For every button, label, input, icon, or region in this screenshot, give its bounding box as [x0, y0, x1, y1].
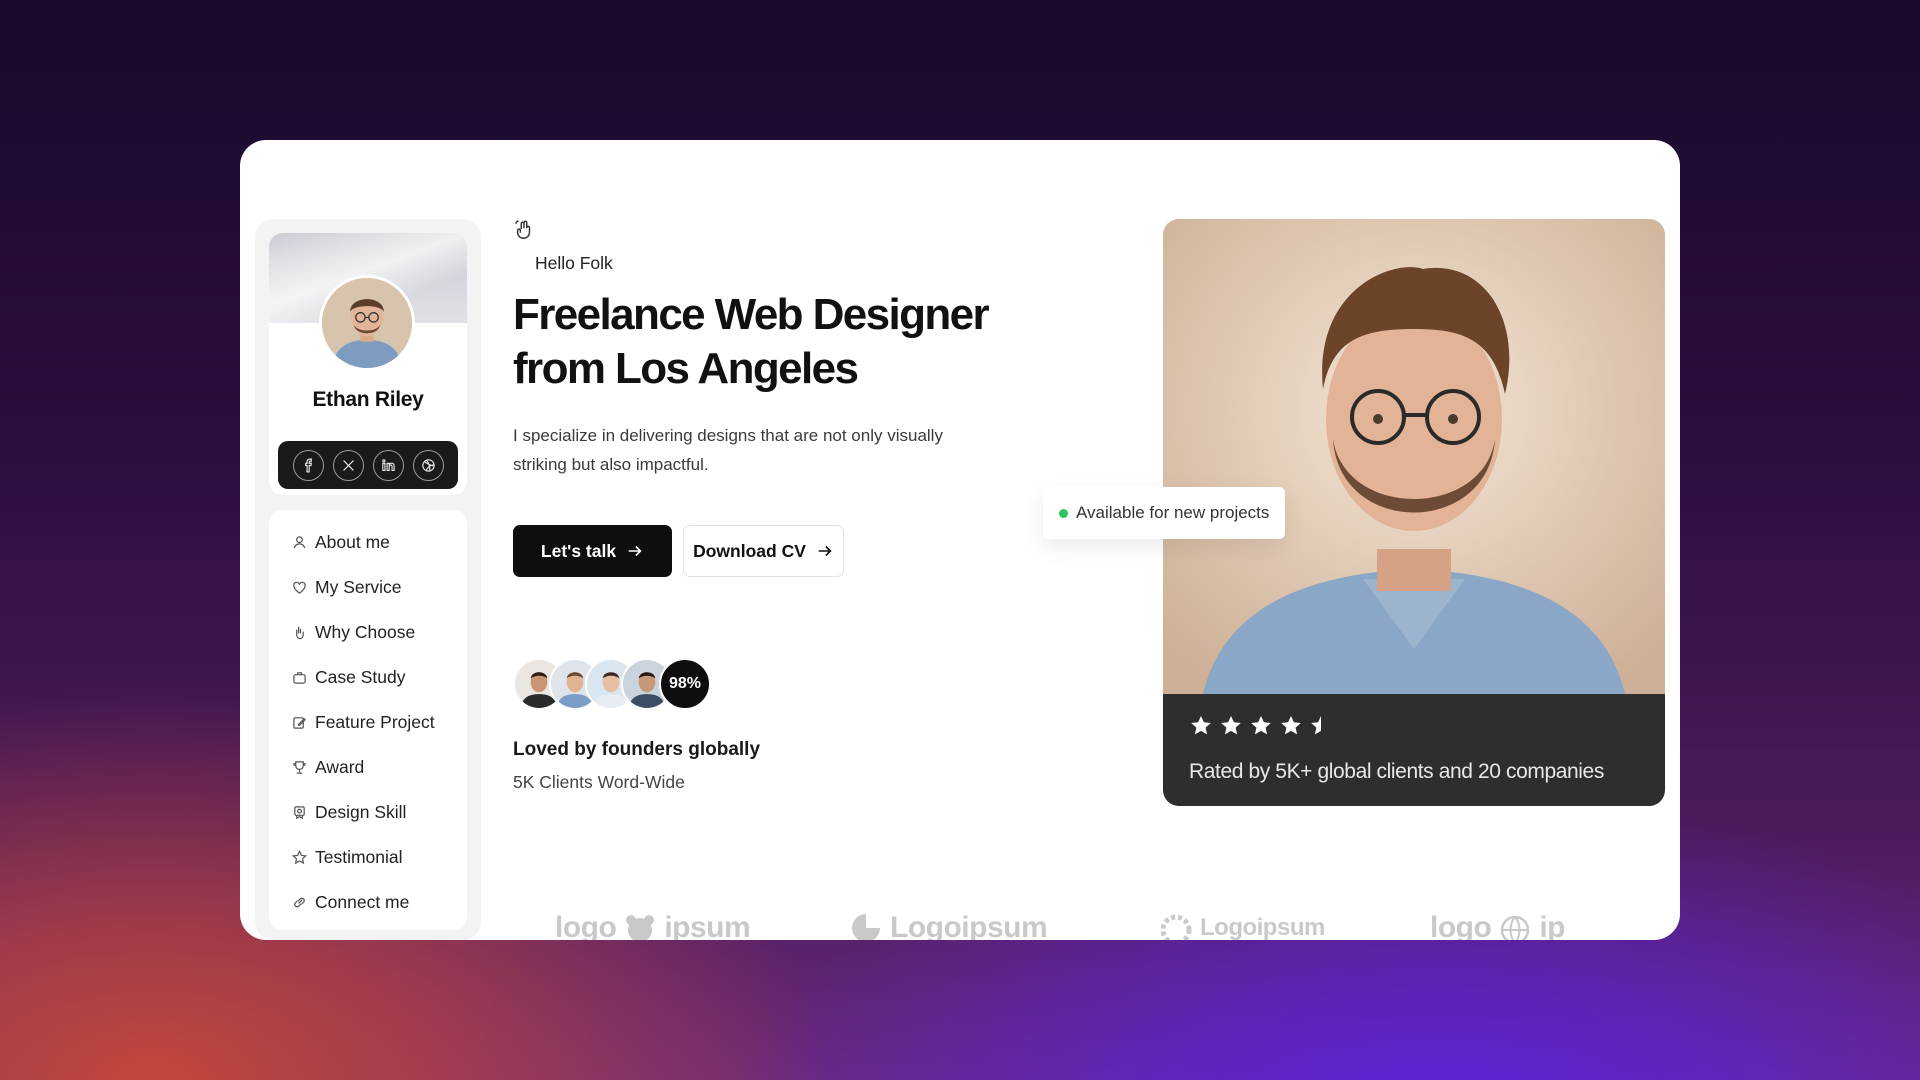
user-icon — [291, 534, 307, 550]
sidebar-item-why-choose[interactable]: Why Choose — [291, 617, 415, 647]
sidebar-item-label: Design Skill — [315, 801, 407, 822]
profile-card: Ethan Riley — [269, 233, 467, 495]
sidebar-item-label: About me — [315, 531, 390, 552]
client-logo: logo ipsum — [555, 910, 751, 940]
logo-text: ipsum — [664, 911, 751, 940]
bear-icon — [626, 915, 655, 940]
sidebar: Ethan Riley About me My Service Why Choo… — [255, 219, 481, 940]
briefcase-icon — [291, 669, 307, 685]
logo-text: Logoipsum — [890, 911, 1048, 940]
hero-description: I specialize in delivering designs that … — [513, 421, 993, 479]
client-logo: logo ip — [1430, 910, 1565, 940]
sidebar-nav: About me My Service Why Choose Case Stud… — [269, 510, 467, 930]
client-avatars: 98% — [513, 658, 713, 712]
trophy-icon — [291, 759, 307, 775]
description-line-2: striking but also impactful. — [513, 455, 709, 474]
sidebar-item-case-study[interactable]: Case Study — [291, 662, 405, 692]
portrait-image — [1163, 219, 1665, 694]
sidebar-item-award[interactable]: Award — [291, 752, 364, 782]
download-cv-button[interactable]: Download CV — [683, 525, 844, 577]
link-icon — [291, 894, 307, 910]
status-dot — [1059, 508, 1068, 518]
sidebar-item-label: Testimonial — [315, 846, 403, 867]
sidebar-item-label: Why Choose — [315, 621, 416, 642]
social-proof-title: Loved by founders globally — [513, 739, 761, 760]
greeting: Hello Folk — [535, 253, 613, 273]
edit-icon — [291, 714, 307, 730]
lets-talk-label: Let's talk — [540, 540, 617, 561]
logo-text: Logoipsum — [1200, 914, 1325, 940]
rating-text: Rated by 5K+ global clients and 20 compa… — [1189, 760, 1604, 783]
client-logo: Logoipsum — [1158, 910, 1325, 940]
arrow-right-icon — [818, 545, 832, 557]
heart-icon — [291, 579, 307, 595]
gear-logo-icon — [1160, 914, 1192, 940]
globe-icon — [1501, 915, 1530, 940]
hand-icon — [291, 624, 307, 640]
star-rating — [1189, 714, 1333, 738]
star-icon — [1251, 716, 1271, 735]
sidebar-item-testimonial[interactable]: Testimonial — [291, 842, 403, 872]
lets-talk-button[interactable]: Let's talk — [513, 525, 672, 577]
logo-text: ip — [1539, 911, 1565, 940]
arrow-right-icon — [628, 545, 642, 557]
headline-line-1: Freelance Web Designer — [513, 290, 990, 339]
sidebar-item-label: Award — [315, 756, 365, 777]
sidebar-item-feature-project[interactable]: Feature Project — [291, 707, 435, 737]
client-logos: logo ipsum Logoipsum Logoipsum logo ip — [240, 910, 1680, 940]
headline-line-2: from Los Angeles — [513, 344, 859, 393]
star-icon — [1221, 716, 1241, 735]
wave-hand-icon — [513, 219, 535, 241]
award-icon — [291, 804, 307, 820]
sidebar-item-my-service[interactable]: My Service — [291, 572, 402, 602]
sidebar-item-label: Case Study — [315, 666, 406, 687]
page-title: Freelance Web Designer from Los Angeles — [513, 288, 1033, 396]
dribbble-icon[interactable] — [412, 449, 444, 481]
sidebar-item-label: My Service — [315, 576, 402, 597]
sidebar-item-about-me[interactable]: About me — [291, 527, 390, 557]
facebook-icon[interactable] — [292, 449, 324, 481]
rating-panel: Rated by 5K+ global clients and 20 compa… — [1163, 694, 1665, 806]
logo-text: logo — [1430, 911, 1492, 940]
sidebar-item-label: Feature Project — [315, 711, 435, 732]
download-cv-label: Download CV — [693, 540, 806, 561]
satisfaction-badge: 98% — [659, 658, 711, 710]
linkedin-icon[interactable] — [372, 449, 404, 481]
logo-mark-icon — [852, 914, 880, 940]
availability-label: Available for new projects — [1076, 503, 1270, 522]
social-links — [278, 441, 458, 489]
star-icon — [1281, 716, 1301, 735]
availability-badge: Available for new projects — [1043, 487, 1286, 539]
avatar — [319, 275, 415, 371]
sidebar-item-design-skill[interactable]: Design Skill — [291, 797, 406, 827]
social-proof-subtitle: 5K Clients Word-Wide — [513, 772, 685, 792]
profile-name: Ethan Riley — [312, 388, 424, 411]
client-logo: Logoipsum — [848, 910, 1048, 940]
star-icon — [1191, 716, 1211, 735]
portfolio-card: Ethan Riley About me My Service Why Choo… — [240, 140, 1680, 940]
star-icon — [1311, 716, 1321, 735]
star-icon — [291, 849, 307, 865]
x-icon[interactable] — [332, 449, 364, 481]
description-line-1: I specialize in delivering designs that … — [513, 426, 943, 445]
logo-text: logo — [555, 911, 617, 940]
